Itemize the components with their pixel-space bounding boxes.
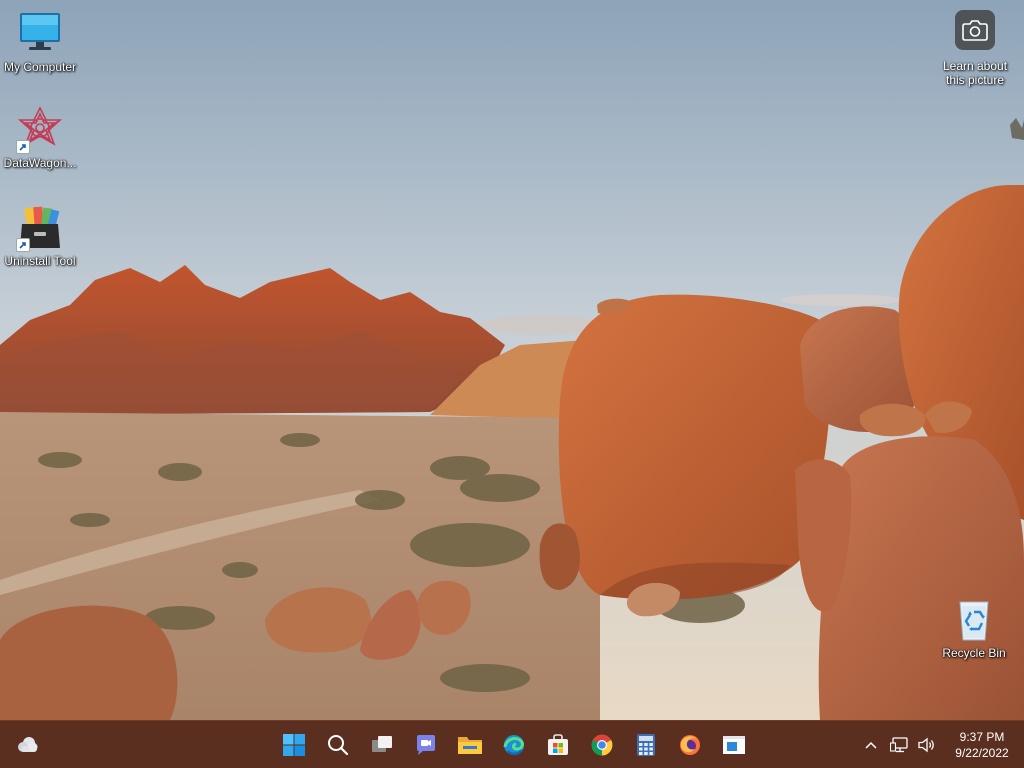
task-view-icon [372, 736, 392, 752]
store-button[interactable] [538, 725, 578, 765]
learn-picture-label: Learn about this picture [930, 59, 1020, 87]
network-icon [890, 737, 908, 753]
search-icon [328, 735, 349, 756]
chat-button[interactable] [406, 725, 446, 765]
clock-time: 9:37 PM [959, 730, 1005, 744]
recycle-bin-icon [950, 596, 998, 644]
window-app-button[interactable] [714, 725, 754, 765]
widgets-button[interactable] [14, 731, 42, 759]
volume-icon [918, 737, 934, 753]
search-button[interactable] [318, 725, 358, 765]
desktop-icon-uninstall-tool[interactable]: Uninstall Tool [0, 204, 80, 268]
chrome-button[interactable] [582, 725, 622, 765]
desktop-icon-recycle-bin[interactable]: Recycle Bin [934, 596, 1014, 660]
firefox-button[interactable] [670, 725, 710, 765]
taskbar-apps [274, 725, 754, 765]
chrome-icon [591, 734, 613, 756]
learn-about-this-picture[interactable]: Learn about this picture [930, 10, 1020, 87]
camera-icon [955, 10, 995, 50]
shortcut-arrow-icon [16, 238, 30, 252]
learn-picture-label-line2: this picture [945, 73, 1005, 87]
store-icon [548, 734, 568, 755]
file-explorer-icon [458, 737, 482, 754]
network-button[interactable] [888, 733, 910, 757]
monitor-icon [16, 10, 64, 58]
windows-start-icon [283, 734, 305, 756]
clock[interactable]: 9:37 PM 9/22/2022 [944, 729, 1020, 761]
desktop-icon-label: DataWagon... [3, 156, 77, 170]
learn-picture-label-line1: Learn about [942, 59, 1008, 73]
shortcut-arrow-icon [16, 140, 30, 154]
file-explorer-button[interactable] [450, 725, 490, 765]
calculator-button[interactable] [626, 725, 666, 765]
edge-icon [503, 735, 524, 756]
desktop-icon-label: My Computer [3, 60, 77, 74]
desktop-icon-my-computer[interactable]: My Computer [0, 10, 80, 74]
clock-date: 9/22/2022 [955, 746, 1009, 760]
desktop-wallpaper [0, 0, 1024, 720]
chevron-up-icon [865, 741, 877, 749]
datawagon-app-icon [16, 106, 64, 154]
uninstall-tool-icon [16, 204, 64, 252]
task-view-button[interactable] [362, 725, 402, 765]
desktop-icon-label: Recycle Bin [942, 646, 1006, 660]
desktop-icon-datawagon[interactable]: DataWagon... [0, 106, 80, 170]
edge-button[interactable] [494, 725, 534, 765]
volume-button[interactable] [916, 733, 938, 757]
teams-chat-icon [417, 735, 435, 755]
taskbar: 9:37 PM 9/22/2022 [0, 720, 1024, 768]
firefox-icon [680, 735, 700, 755]
calculator-icon [637, 734, 655, 756]
weather-cloud-icon [18, 737, 38, 752]
window-app-icon [723, 736, 745, 754]
show-hidden-icons-button[interactable] [860, 733, 882, 757]
desktop-icon-label: Uninstall Tool [4, 254, 76, 268]
system-tray [860, 733, 938, 757]
start-button[interactable] [274, 725, 314, 765]
